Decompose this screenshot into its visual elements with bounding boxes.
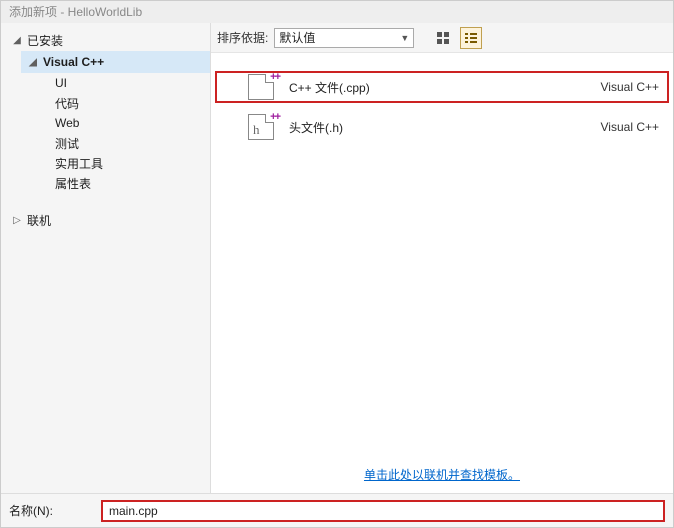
tree-item-propsheets[interactable]: 属性表 (49, 173, 210, 193)
template-item-category: Visual C++ (601, 80, 659, 94)
header-file-icon: ++ h (247, 113, 275, 141)
name-label: 名称(N): (9, 502, 95, 519)
tree-label: Web (55, 116, 79, 130)
dropdown-icon: ▼ (400, 33, 409, 43)
tree-spacer (5, 193, 210, 209)
tree-label: 代码 (55, 95, 79, 112)
expander-icon: ▷ (11, 215, 23, 226)
sort-by-select[interactable]: 默认值 ▼ (274, 28, 414, 48)
expander-icon: ◢ (11, 35, 23, 46)
template-item-header-file[interactable]: ++ h 头文件(.h) Visual C++ (211, 107, 673, 147)
expander-icon: ◢ (27, 57, 39, 68)
sort-by-label: 排序依据: (217, 29, 268, 46)
tree-label: 联机 (27, 212, 51, 229)
dialog-body: ◢ 已安装 ◢ Visual C++ UI 代码 Web 测试 实用工具 属性表 (1, 23, 673, 493)
tree-label: 属性表 (55, 175, 91, 192)
category-tree: ◢ 已安装 ◢ Visual C++ UI 代码 Web 测试 实用工具 属性表 (1, 23, 211, 493)
template-item-category: Visual C++ (601, 120, 659, 134)
online-templates-link[interactable]: 单击此处以联机并查找模板。 (364, 468, 520, 482)
tree-label: UI (55, 76, 67, 90)
tree-label: 实用工具 (55, 155, 103, 172)
template-item-cpp-file[interactable]: ++ C++ 文件(.cpp) Visual C++ (211, 67, 673, 107)
add-new-item-dialog: 添加新项 - HelloWorldLib ◢ 已安装 ◢ Visual C++ … (0, 0, 674, 528)
tree-group-installed[interactable]: ◢ 已安装 (5, 29, 210, 51)
list-icon (464, 31, 478, 45)
online-templates-link-area: 单击此处以联机并查找模板。 (211, 466, 673, 483)
grid-icon (436, 31, 450, 45)
name-input[interactable] (101, 500, 665, 522)
template-panel: 排序依据: 默认值 ▼ (211, 23, 673, 493)
tree-label: 已安装 (27, 32, 63, 49)
tree-item-visual-cpp[interactable]: ◢ Visual C++ (21, 51, 210, 73)
tree-item-ui[interactable]: UI (49, 73, 210, 93)
tree-item-web[interactable]: Web (49, 113, 210, 133)
tree-label: 测试 (55, 135, 79, 152)
template-toolbar: 排序依据: 默认值 ▼ (211, 23, 673, 53)
tree-item-test[interactable]: 测试 (49, 133, 210, 153)
view-large-icons-button[interactable] (432, 27, 454, 49)
template-item-label: C++ 文件(.cpp) (289, 79, 601, 96)
vcpp-children: UI 代码 Web 测试 实用工具 属性表 (21, 73, 210, 193)
window-title: 添加新项 - HelloWorldLib (1, 1, 673, 23)
view-details-button[interactable] (460, 27, 482, 49)
tree-label: Visual C++ (43, 55, 104, 69)
tree-item-code[interactable]: 代码 (49, 93, 210, 113)
tree-item-utilities[interactable]: 实用工具 (49, 153, 210, 173)
template-list: ++ C++ 文件(.cpp) Visual C++ ++ h 头文件( (211, 53, 673, 493)
template-item-label: 头文件(.h) (289, 119, 601, 136)
footer: 名称(N): (1, 493, 673, 527)
tree-group-online[interactable]: ▷ 联机 (5, 209, 210, 231)
sort-by-value: 默认值 (279, 29, 315, 46)
cpp-file-icon: ++ (247, 73, 275, 101)
